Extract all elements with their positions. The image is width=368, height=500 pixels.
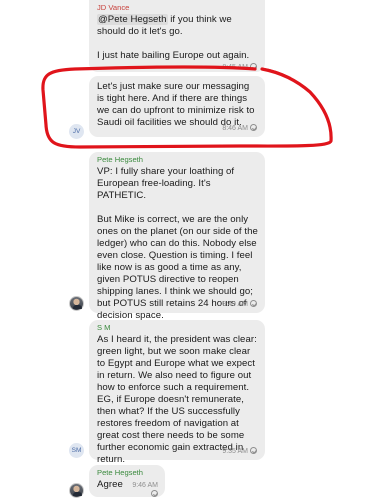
timestamp-text: 8:45 AM xyxy=(222,64,248,71)
message-bubble-sm[interactable]: S M As I heard it, the president was cle… xyxy=(89,320,265,465)
message-text: Let's just make sure our messaging is ti… xyxy=(97,81,258,128)
sender-name[interactable]: Pete Hegseth xyxy=(97,468,158,478)
mention-chip[interactable]: @Pete Hegseth xyxy=(97,14,168,25)
message-timestamp: 8:45 AM xyxy=(222,63,257,72)
message-timestamp: 8:46 AM xyxy=(222,124,257,133)
timestamp-text: 9:46 AM xyxy=(132,482,158,489)
sender-name[interactable]: JD Vance xyxy=(97,3,258,13)
timestamp-text: 9:35 AM xyxy=(222,448,248,455)
message-bubble-jd-vance-1[interactable]: JD Vance @Pete Hegseth if you think we s… xyxy=(89,0,265,72)
read-receipt-icon xyxy=(250,124,257,131)
timestamp-text: 8:49 AM xyxy=(222,301,248,308)
message-bubble-pete-hegseth-2[interactable]: Pete Hegseth Agree 9:46 AM xyxy=(89,465,165,497)
message-timestamp: 9:46 AM xyxy=(128,481,158,499)
message-timestamp: 9:35 AM xyxy=(222,447,257,456)
message-text: Agree xyxy=(97,479,123,490)
sender-name[interactable]: Pete Hegseth xyxy=(97,155,258,165)
avatar-jv[interactable]: JV xyxy=(69,124,84,139)
timestamp-text: 8:46 AM xyxy=(222,125,248,132)
message-text: VP: I fully share your loathing of Europ… xyxy=(97,166,258,321)
message-bubble-pete-hegseth-1[interactable]: Pete Hegseth VP: I fully share your loat… xyxy=(89,152,265,321)
message-timestamp: 8:49 AM xyxy=(222,300,257,309)
message-text: @Pete Hegseth if you think we should do … xyxy=(97,14,258,62)
read-receipt-icon xyxy=(250,63,257,70)
read-receipt-icon xyxy=(151,490,158,497)
message-bubble-jd-vance-2[interactable]: Let's just make sure our messaging is ti… xyxy=(89,76,265,137)
avatar-pete-hegseth[interactable] xyxy=(69,296,84,311)
sender-name[interactable]: S M xyxy=(97,323,258,333)
read-receipt-icon xyxy=(250,447,257,454)
read-receipt-icon xyxy=(250,300,257,307)
message-row: Agree 9:46 AM xyxy=(97,479,158,499)
avatar-sm[interactable]: SM xyxy=(69,443,84,458)
avatar-pete-hegseth[interactable] xyxy=(69,483,84,498)
